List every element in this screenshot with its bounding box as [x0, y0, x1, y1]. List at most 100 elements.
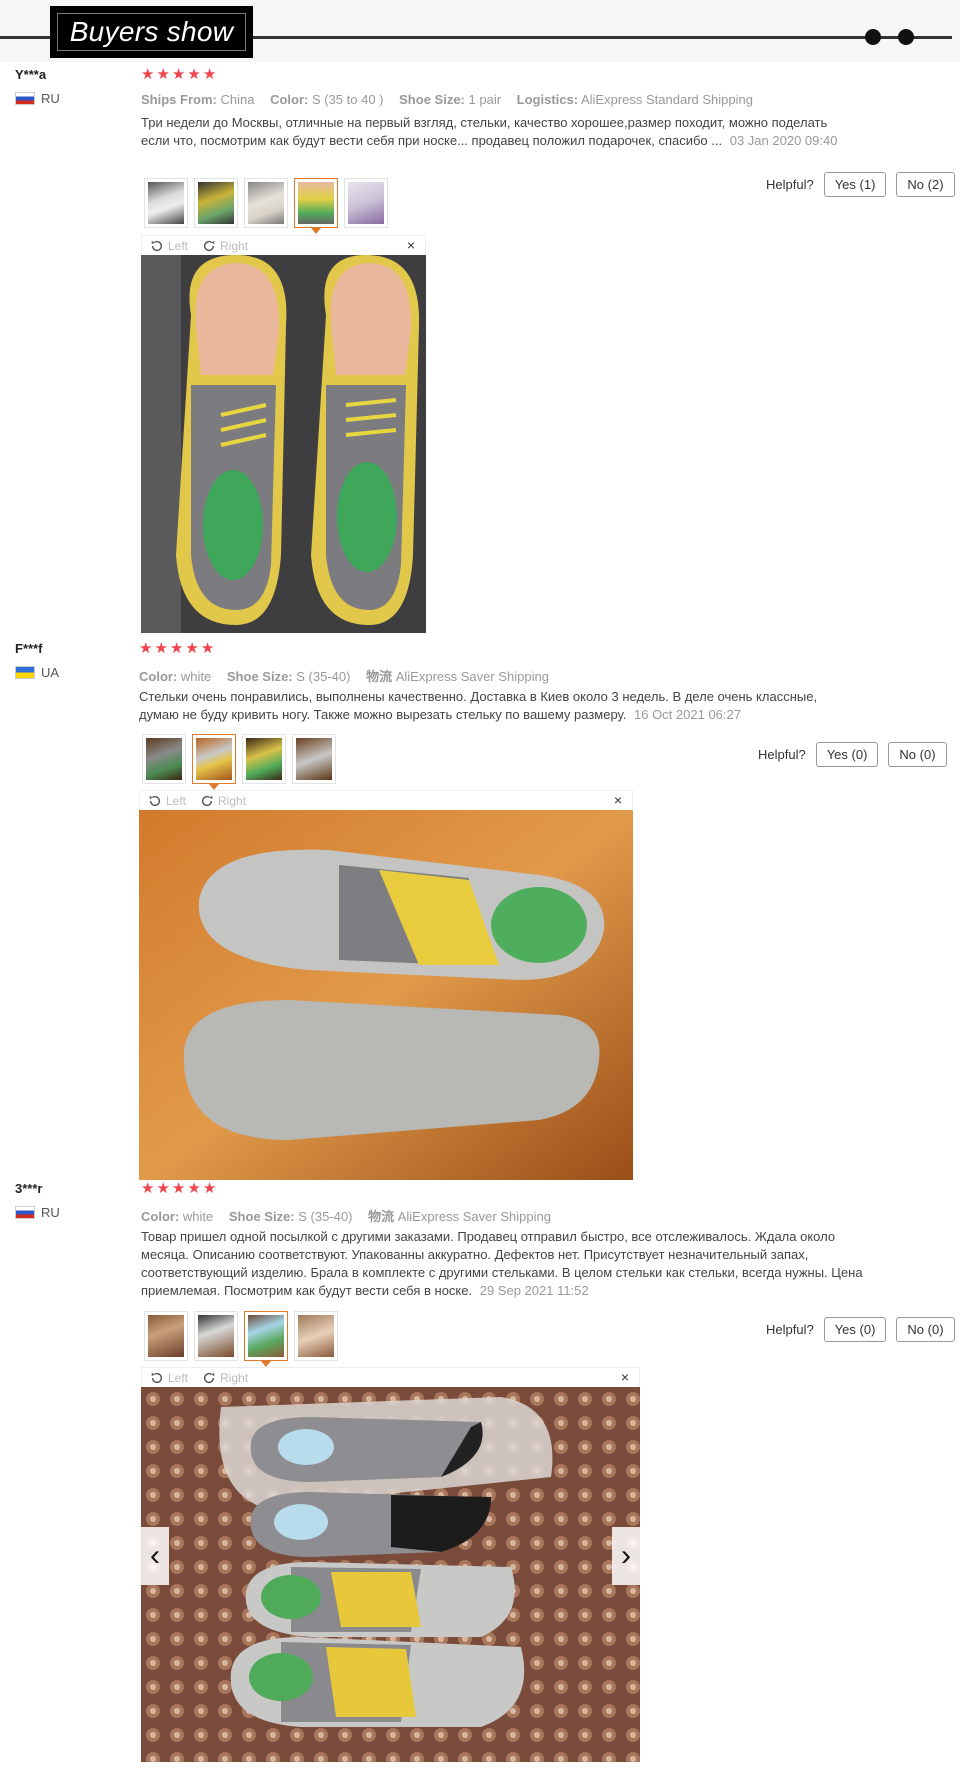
- star-icon: ★: [141, 66, 155, 83]
- country-code: RU: [41, 1205, 60, 1220]
- photo-thumbnail[interactable]: [144, 1311, 188, 1361]
- previous-photo-button[interactable]: ‹: [141, 1527, 169, 1585]
- rotate-left-icon: [150, 239, 164, 253]
- insoles-photo: [141, 255, 426, 633]
- review-photo: ‹ ›: [141, 1387, 640, 1762]
- order-attributes: Color: white Shoe Size: S (35-40) 物流 Ali…: [141, 1209, 551, 1224]
- russia-flag-icon: [15, 1206, 35, 1219]
- insoles-photo: [139, 810, 633, 1180]
- viewer-toolbar: Left Right ×: [139, 790, 633, 810]
- helpful-label: Helpful?: [758, 747, 806, 762]
- photo-viewer: Left Right ×: [139, 790, 633, 1180]
- vote-yes-button[interactable]: Yes (1): [823, 172, 887, 197]
- rotate-left-button[interactable]: Left: [150, 1371, 188, 1385]
- viewer-toolbar: Left Right ×: [141, 1367, 640, 1387]
- review-date: 16 Oct 2021 06:27: [634, 707, 741, 722]
- star-rating: ★ ★ ★ ★ ★: [141, 1181, 216, 1196]
- rotate-right-icon: [202, 239, 216, 253]
- star-icon: ★: [156, 66, 170, 83]
- photo-thumbnail[interactable]: [194, 1311, 238, 1361]
- star-icon: ★: [156, 1180, 170, 1197]
- star-icon: ★: [185, 640, 199, 657]
- section-title: Buyers show: [69, 16, 234, 47]
- vote-no-button[interactable]: No (2): [896, 172, 955, 197]
- helpful-label: Helpful?: [766, 177, 814, 192]
- photo-thumbnail-active[interactable]: [244, 1311, 288, 1367]
- star-icon: ★: [187, 1180, 201, 1197]
- photo-thumbnail[interactable]: [344, 178, 388, 228]
- next-photo-button[interactable]: ›: [612, 1527, 640, 1585]
- review-text: Товар пришел одной посылкой с другими за…: [141, 1229, 863, 1298]
- photo-thumbnail[interactable]: [292, 734, 336, 784]
- review-photo: [141, 255, 426, 633]
- ukraine-flag-icon: [15, 666, 35, 679]
- reviewer-name: 3***r: [15, 1181, 43, 1196]
- rotate-left-button[interactable]: Left: [148, 794, 186, 808]
- close-icon[interactable]: ×: [621, 1369, 629, 1385]
- star-icon: ★: [139, 640, 153, 657]
- rotate-right-icon: [202, 1371, 216, 1385]
- photo-thumbnail[interactable]: [194, 178, 238, 228]
- reviewer-country: UA: [15, 665, 59, 680]
- country-code: UA: [41, 665, 60, 680]
- vote-no-button[interactable]: No (0): [896, 1317, 955, 1342]
- order-attributes: Ships From: China Color: S (35 to 40 ) S…: [141, 92, 753, 107]
- photo-thumbnails: [144, 178, 388, 234]
- review-date: 29 Sep 2021 11:52: [479, 1283, 589, 1298]
- header-dot: [898, 29, 914, 45]
- photo-thumbnail[interactable]: [144, 178, 188, 228]
- photo-thumbnail-active[interactable]: [192, 734, 236, 790]
- rotate-left-icon: [150, 1371, 164, 1385]
- rotate-right-button[interactable]: Right: [202, 239, 248, 253]
- header-dot: [865, 29, 881, 45]
- photo-thumbnails: [144, 1311, 338, 1367]
- rotate-right-button[interactable]: Right: [202, 1371, 248, 1385]
- helpful-votes: Helpful? Yes (0) No (0): [766, 1317, 955, 1342]
- photo-thumbnail[interactable]: [142, 734, 186, 784]
- country-code: RU: [41, 91, 60, 106]
- viewer-toolbar: Left Right ×: [141, 235, 426, 255]
- insoles-photo: [141, 1387, 640, 1762]
- reviewer-name: F***f: [15, 641, 43, 656]
- close-icon[interactable]: ×: [407, 237, 415, 253]
- star-icon: ★: [202, 1180, 217, 1197]
- star-icon: ★: [187, 66, 201, 83]
- star-icon: ★: [169, 640, 184, 657]
- star-rating: ★ ★ ★ ★ ★: [139, 641, 214, 656]
- photo-thumbnail[interactable]: [294, 1311, 338, 1361]
- star-icon: ★: [200, 640, 215, 657]
- buyers-show-header: Buyers show: [0, 0, 960, 62]
- review-photo: [139, 810, 633, 1180]
- photo-viewer: Left Right ×: [141, 235, 426, 633]
- vote-no-button[interactable]: No (0): [888, 742, 947, 767]
- photo-thumbnails: [142, 734, 336, 790]
- russia-flag-icon: [15, 92, 35, 105]
- photo-thumbnail-active[interactable]: [294, 178, 338, 234]
- order-attributes: Color: white Shoe Size: S (35-40) 物流 Ali…: [139, 669, 549, 684]
- reviewer-country: RU: [15, 1205, 60, 1220]
- helpful-votes: Helpful? Yes (0) No (0): [758, 742, 947, 767]
- review-date: 03 Jan 2020 09:40: [729, 133, 838, 148]
- rotate-left-button[interactable]: Left: [150, 239, 188, 253]
- star-icon: ★: [202, 66, 217, 83]
- star-icon: ★: [141, 1180, 155, 1197]
- rotate-left-icon: [148, 794, 162, 808]
- reviewer-name: Y***a: [15, 67, 47, 82]
- helpful-label: Helpful?: [766, 1322, 814, 1337]
- star-icon: ★: [171, 66, 186, 83]
- rotate-right-button[interactable]: Right: [200, 794, 246, 808]
- reviewer-country: RU: [15, 91, 60, 106]
- close-icon[interactable]: ×: [614, 792, 622, 808]
- star-icon: ★: [154, 640, 168, 657]
- photo-thumbnail[interactable]: [242, 734, 286, 784]
- vote-yes-button[interactable]: Yes (0): [815, 742, 879, 767]
- helpful-votes: Helpful? Yes (1) No (2): [766, 172, 955, 197]
- review-text: Три недели до Москвы, отличные на первый…: [141, 115, 838, 148]
- star-rating: ★ ★ ★ ★ ★: [141, 67, 216, 82]
- vote-yes-button[interactable]: Yes (0): [823, 1317, 887, 1342]
- star-icon: ★: [171, 1180, 186, 1197]
- photo-viewer: Left Right ×: [141, 1367, 640, 1762]
- header-title-box: Buyers show: [50, 6, 253, 58]
- photo-thumbnail[interactable]: [244, 178, 288, 228]
- review-text: Стельки очень понравились, выполнены кач…: [139, 689, 818, 722]
